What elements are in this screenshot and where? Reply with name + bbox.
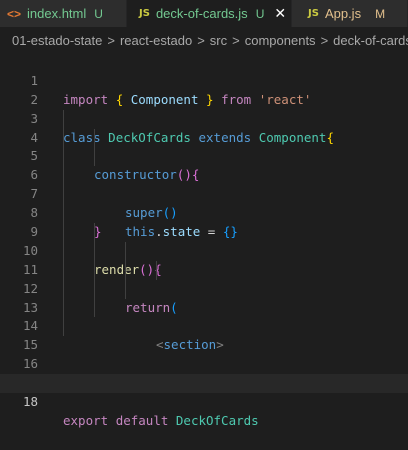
indent-guide: [94, 241, 95, 261]
indent-guide: [94, 298, 95, 318]
tab-label: index.html: [27, 6, 87, 21]
breadcrumb-item[interactable]: 01-estado-state: [12, 33, 102, 48]
code-editor[interactable]: 1 import { Component } from 'react' 2 3 …: [0, 53, 408, 434]
code-line: 17: [0, 355, 408, 390]
code-line: 14 ): [0, 298, 408, 390]
code-line: 11 <section>: [0, 241, 408, 352]
js-file-icon: JS: [139, 8, 150, 19]
breadcrumb: 01-estado-state > react-estado > src > c…: [0, 27, 408, 53]
tab-bar: <> index.html U JS deck-of-cards.js U ✕ …: [0, 0, 408, 27]
html-file-icon: <>: [7, 6, 22, 21]
chevron-right-icon: >: [107, 32, 115, 48]
indent-guide: [63, 166, 64, 186]
indent-guide: [63, 279, 64, 299]
indent-guide: [63, 241, 64, 261]
indent-guide: [125, 260, 126, 280]
indent-guide: [94, 279, 95, 299]
tab-label: App.js: [324, 6, 362, 21]
chevron-right-icon: >: [320, 32, 329, 48]
code-line-current: 18 export default DeckOfCards: [0, 374, 408, 428]
code-line: 13 </section>: [0, 279, 408, 390]
indent-guide: [94, 260, 95, 280]
code-line: 7 }: [0, 166, 408, 239]
close-icon[interactable]: ✕: [274, 5, 286, 22]
indent-guide: [63, 109, 64, 129]
indent-guide: [63, 298, 64, 318]
breadcrumb-item[interactable]: components: [245, 33, 316, 48]
code-line: 4 constructor(){: [0, 109, 408, 182]
indent-guide: [63, 185, 64, 205]
code-line: 8: [0, 185, 408, 220]
breadcrumb-item[interactable]: deck-of-cards: [333, 33, 408, 48]
code-line: 16 }: [0, 336, 408, 390]
code-line: 10 return(: [0, 223, 408, 315]
tab-deck-of-cards-js[interactable]: JS deck-of-cards.js U ✕: [127, 0, 292, 27]
line-number: 18: [22, 394, 38, 410]
indent-guide: [94, 128, 95, 148]
code-line: 15 }: [0, 317, 408, 390]
indent-guide: [63, 223, 64, 242]
code-line: 2: [0, 72, 408, 107]
indent-guide: [125, 241, 126, 261]
code-line: 1 import { Component } from 'react': [0, 53, 408, 107]
breadcrumb-item[interactable]: src: [210, 33, 227, 48]
tab-index-html[interactable]: <> index.html U: [0, 0, 127, 27]
indent-guide: [156, 260, 157, 280]
breadcrumb-item[interactable]: react-estado: [120, 33, 192, 48]
indent-guide: [63, 317, 64, 337]
git-status-modified: M: [375, 6, 386, 21]
js-file-icon: JS: [308, 8, 319, 19]
indent-guide: [63, 147, 64, 167]
git-status-untracked: U: [255, 6, 265, 21]
indent-guide: [63, 260, 64, 280]
git-status-untracked: U: [94, 6, 103, 21]
code-line: 5 super(): [0, 128, 408, 220]
indent-guide: [94, 223, 95, 242]
code-line: 9 render(){: [0, 204, 408, 277]
code-line: 12 <ul></ul>: [0, 260, 408, 390]
indent-guide: [63, 128, 64, 148]
indent-guide: [94, 147, 95, 167]
tab-label: deck-of-cards.js: [155, 6, 248, 21]
code-line: 6 this.state = {}: [0, 147, 408, 239]
indent-guide: [125, 279, 126, 299]
tab-app-js[interactable]: JS App.js M: [292, 0, 408, 27]
chevron-right-icon: >: [232, 32, 240, 48]
chevron-right-icon: >: [197, 32, 205, 48]
code-line: 3 class DeckOfCards extends Component{: [0, 91, 408, 145]
indent-guide: [63, 204, 64, 224]
